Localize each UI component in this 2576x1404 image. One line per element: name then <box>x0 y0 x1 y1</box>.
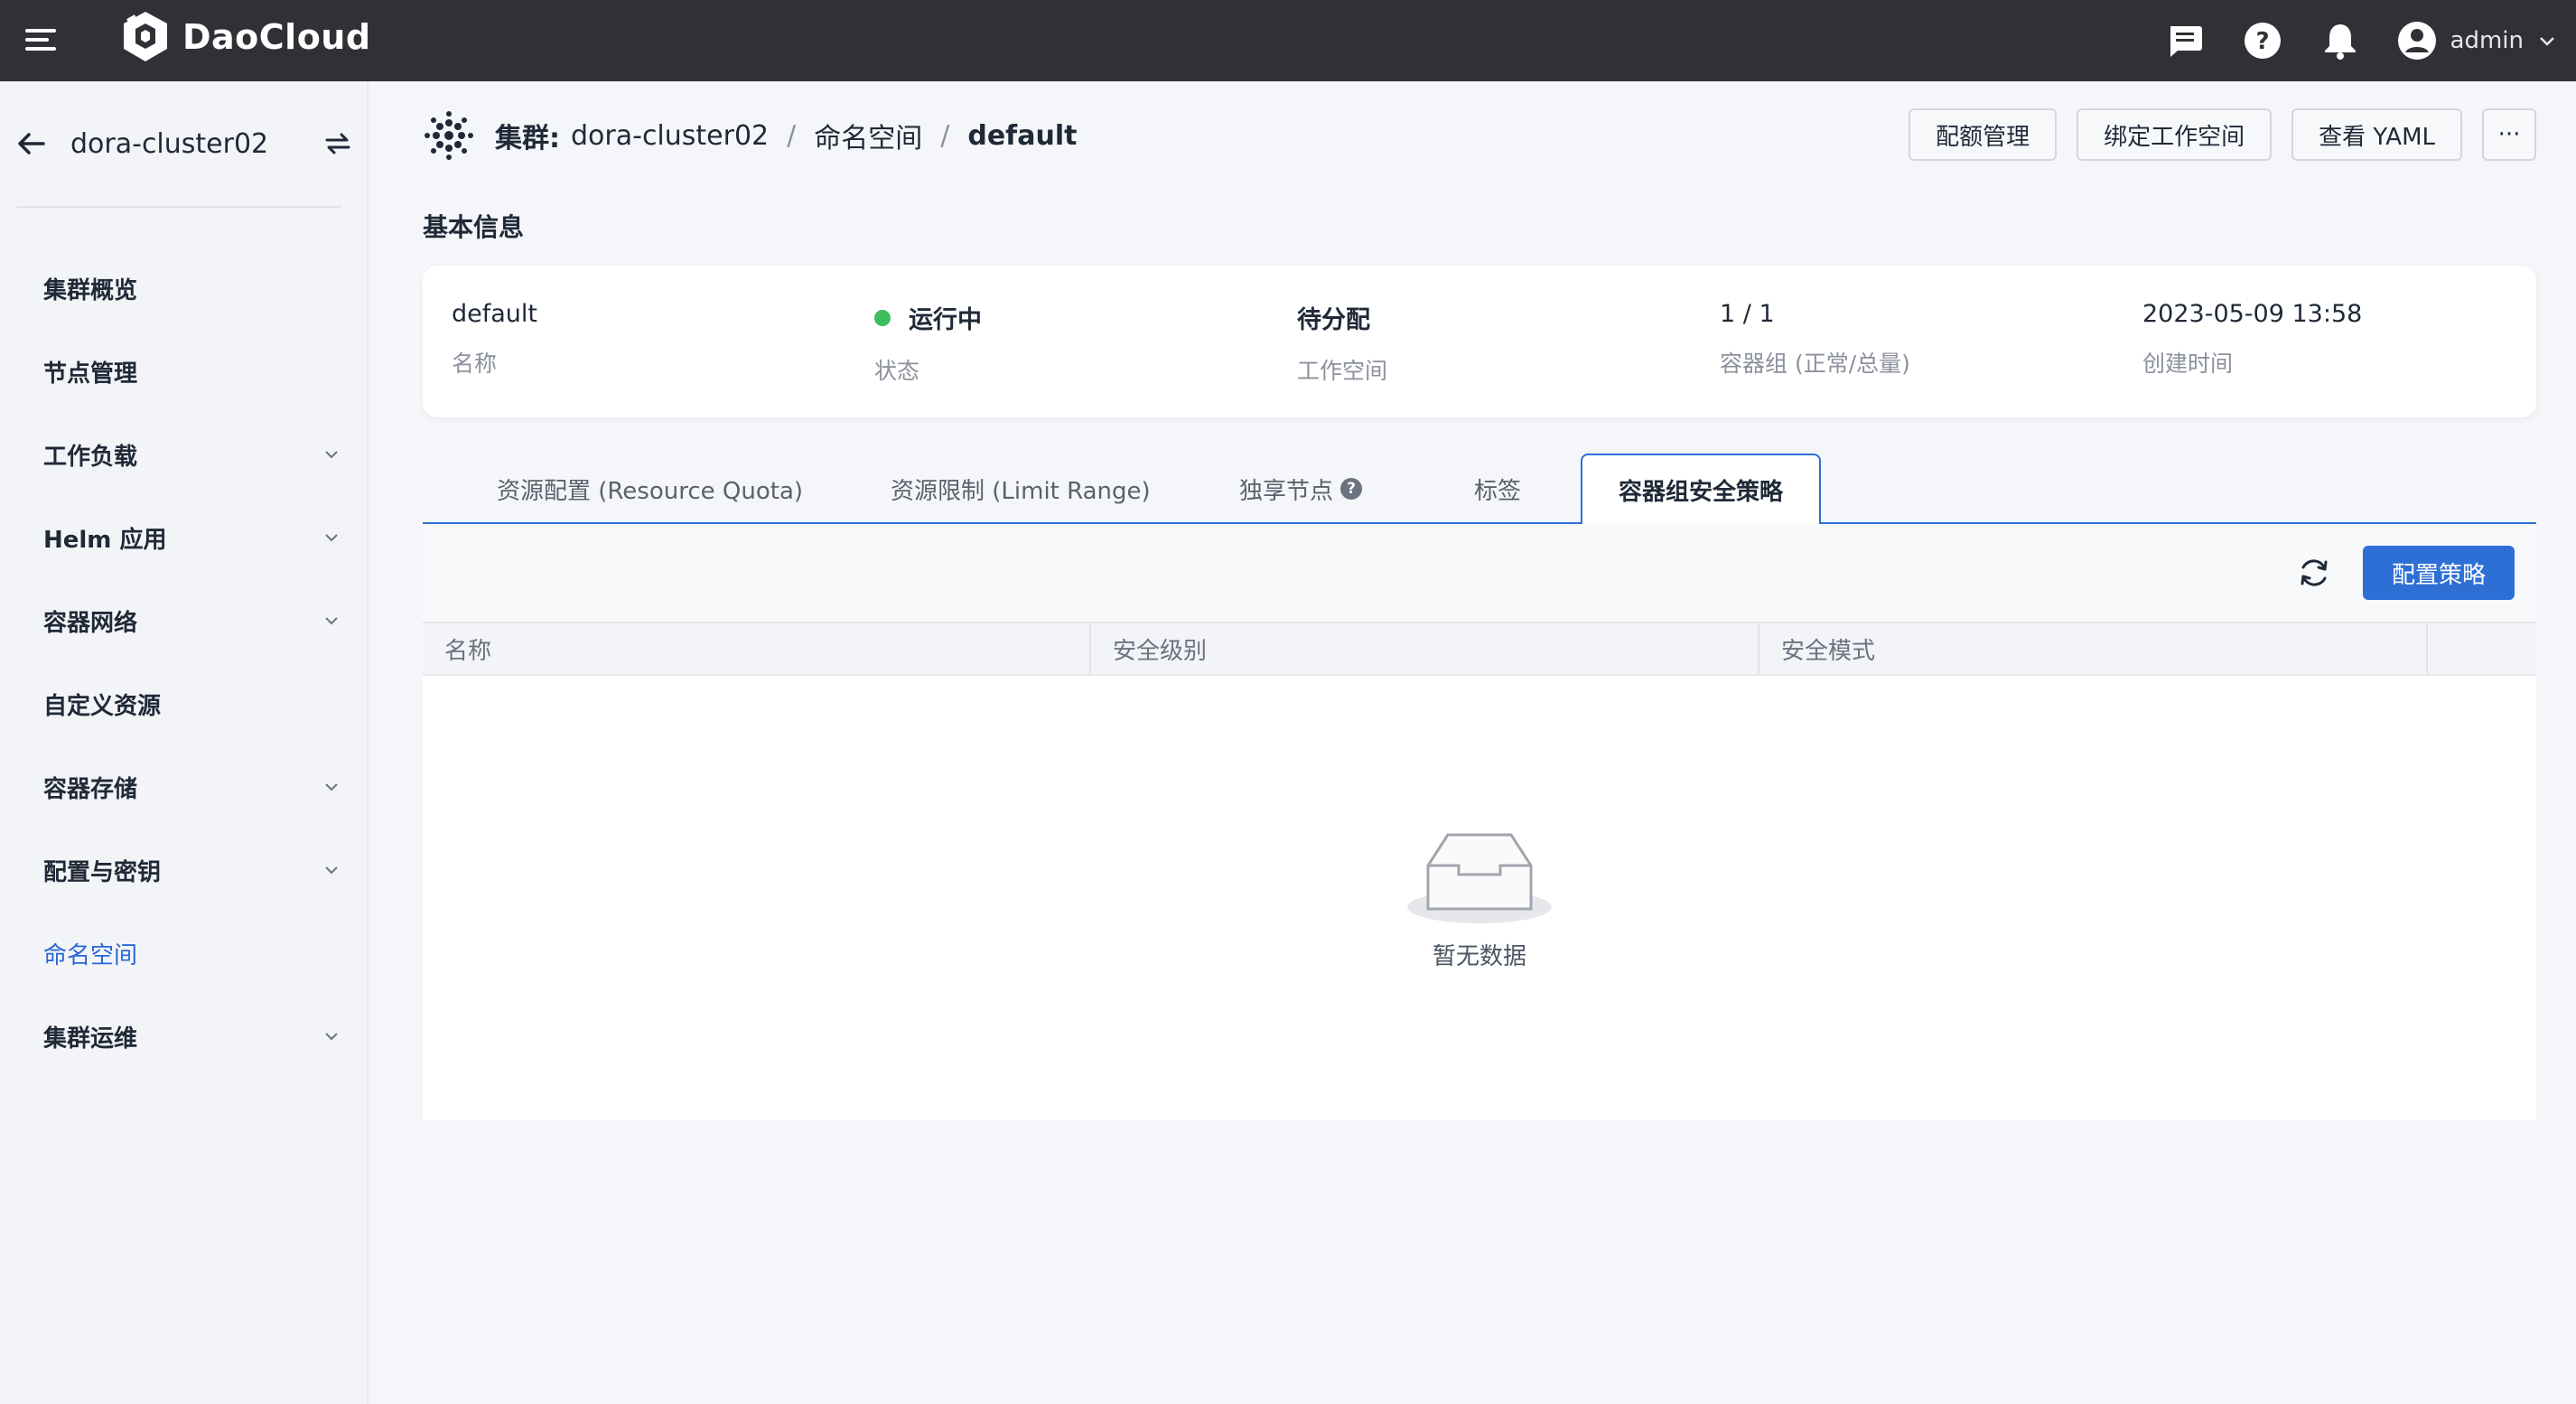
table-toolbar: 配置策略 <box>423 524 2536 622</box>
info-name: default 名称 <box>452 300 537 379</box>
daocloud-logo[interactable]: DaoCloud <box>119 9 371 65</box>
info-label: 创建时间 <box>2142 351 2234 377</box>
bell-icon[interactable] <box>2319 19 2362 62</box>
chevron-down-icon <box>325 617 338 625</box>
info-created: 2023-05-09 13:58 创建时间 <box>2142 300 2362 379</box>
info-value: default <box>452 300 538 328</box>
sidebar-item-label: 容器网络 <box>43 609 138 637</box>
more-actions-button[interactable]: ··· <box>2482 108 2536 161</box>
message-icon[interactable] <box>2163 19 2207 62</box>
sidebar-divider <box>16 206 341 208</box>
table-header: 名称 安全级别 安全模式 <box>423 622 2536 676</box>
chevron-down-icon <box>2540 37 2554 46</box>
main-content: 集群: dora-cluster02 / 命名空间 / default 配额管理… <box>369 81 2576 1404</box>
help-icon[interactable]: ? <box>2241 19 2284 62</box>
tab-exclusive-nodes[interactable]: 独享节点 ? <box>1203 454 1398 524</box>
breadcrumb: 集群: dora-cluster02 / 命名空间 / default <box>495 116 1077 155</box>
section-title: 基本信息 <box>423 212 525 242</box>
info-status: 运行中 状态 <box>874 300 982 386</box>
user-icon <box>2397 22 2436 60</box>
tab-label: 独享节点 <box>1239 477 1334 505</box>
basic-info-card: default 名称 运行中 状态 待分配 工作空间 1 / 1 容器组 (正常… <box>423 266 2536 417</box>
tab-labels[interactable]: 标签 <box>1438 454 1557 524</box>
back-arrow-icon[interactable] <box>14 127 47 160</box>
sidebar-item-cluster-ops[interactable]: 集群运维 <box>0 995 369 1078</box>
breadcrumb-namespaces[interactable]: 命名空间 <box>814 116 922 155</box>
switch-icon[interactable] <box>322 127 354 160</box>
column-header-security-level: 安全级别 <box>1091 623 1759 674</box>
info-label: 状态 <box>874 358 920 384</box>
sidebar-item-label: 容器存储 <box>43 775 138 803</box>
refresh-icon[interactable] <box>2291 549 2338 596</box>
sidebar-item-label: 自定义资源 <box>43 692 162 720</box>
sidebar-item-config-secrets[interactable]: 配置与密钥 <box>0 828 369 912</box>
sidebar-item-cluster-overview[interactable]: 集群概览 <box>0 247 369 330</box>
sidebar-item-label: Helm 应用 <box>43 526 167 554</box>
breadcrumb-cluster-prefix: 集群: <box>495 123 560 154</box>
namespace-icon <box>425 111 473 160</box>
chevron-down-icon <box>325 534 338 542</box>
bind-workspace-button[interactable]: 绑定工作空间 <box>2077 108 2273 161</box>
sidebar-item-label: 配置与密钥 <box>43 858 162 886</box>
user-menu[interactable]: admin <box>2396 20 2558 61</box>
sidebar-item-container-storage[interactable]: 容器存储 <box>0 745 369 828</box>
info-pods: 1 / 1 容器组 (正常/总量) <box>1720 300 1910 379</box>
tab-pod-security-policy[interactable]: 容器组安全策略 <box>1581 454 1822 526</box>
sidebar-item-label: 节点管理 <box>43 360 138 388</box>
question-icon[interactable]: ? <box>1340 478 1363 500</box>
info-workspace: 待分配 工作空间 <box>1297 300 1387 386</box>
sidebar-item-custom-resources[interactable]: 自定义资源 <box>0 662 369 745</box>
sidebar-item-namespaces[interactable]: 命名空间 <box>0 912 369 995</box>
sidebar-item-label: 集群概览 <box>43 276 138 304</box>
sidebar-item-label: 工作负载 <box>43 443 138 471</box>
policy-table-panel: 配置策略 名称 安全级别 安全模式 暂无数据 <box>423 524 2536 1120</box>
page-header: 集群: dora-cluster02 / 命名空间 / default <box>423 107 1077 164</box>
svg-text:?: ? <box>2255 28 2269 55</box>
info-label: 工作空间 <box>1297 358 1388 384</box>
column-header-name: 名称 <box>423 623 1091 674</box>
tab-resource-quota[interactable]: 资源配置 (Resource Quota) <box>461 454 839 524</box>
top-bar: DaoCloud ? admin <box>0 0 2576 81</box>
column-header-security-mode: 安全模式 <box>1759 623 2428 674</box>
info-value: 2023-05-09 13:58 <box>2142 300 2363 328</box>
info-value: 1 / 1 <box>1720 300 1775 328</box>
brand-name: DaoCloud <box>182 17 371 57</box>
sidebar-item-workloads[interactable]: 工作负载 <box>0 413 369 496</box>
chevron-down-icon <box>325 866 338 875</box>
status-text: 运行中 <box>909 306 982 334</box>
breadcrumb-current: default <box>967 119 1078 152</box>
quota-management-button[interactable]: 配额管理 <box>1909 108 2058 161</box>
daocloud-logo-icon <box>124 12 167 61</box>
breadcrumb-separator: / <box>940 119 950 152</box>
breadcrumb-cluster[interactable]: dora-cluster02 <box>571 120 769 152</box>
chevron-down-icon <box>325 783 338 791</box>
header-actions: 配额管理 绑定工作空间 查看 YAML ··· <box>1909 108 2536 161</box>
info-label: 名称 <box>452 351 498 377</box>
info-value: 待分配 <box>1297 306 1370 334</box>
empty-text: 暂无数据 <box>1432 942 1526 970</box>
cluster-switcher: dora-cluster02 <box>0 81 369 206</box>
configure-policy-button[interactable]: 配置策略 <box>2362 546 2515 600</box>
info-label: 容器组 (正常/总量) <box>1720 351 1910 377</box>
chevron-down-icon <box>325 1033 338 1041</box>
tab-bar: 资源配置 (Resource Quota) 资源限制 (Limit Range)… <box>423 454 2536 526</box>
sidebar-item-helm-apps[interactable]: Helm 应用 <box>0 496 369 579</box>
status-dot-icon <box>874 309 891 326</box>
user-name: admin <box>2450 27 2524 54</box>
sidebar-item-container-network[interactable]: 容器网络 <box>0 579 369 662</box>
sidebar-item-node-management[interactable]: 节点管理 <box>0 330 369 413</box>
breadcrumb-separator: / <box>787 119 797 152</box>
status-value: 运行中 <box>874 300 982 335</box>
empty-inbox-icon <box>1407 833 1552 923</box>
sidebar-item-label: 集群运维 <box>43 1025 138 1053</box>
menu-icon[interactable] <box>23 22 60 58</box>
cluster-name: dora-cluster02 <box>70 127 269 160</box>
sidebar-item-label: 命名空间 <box>43 941 138 969</box>
chevron-down-icon <box>325 451 338 459</box>
empty-state: 暂无数据 <box>423 676 2536 1120</box>
column-header-actions <box>2428 623 2536 674</box>
sidebar: dora-cluster02 集群概览 节点管理 工作负载 Helm 应用 容器… <box>0 81 369 1404</box>
view-yaml-button[interactable]: 查看 YAML <box>2291 108 2462 161</box>
tab-limit-range[interactable]: 资源限制 (Limit Range) <box>854 454 1187 524</box>
